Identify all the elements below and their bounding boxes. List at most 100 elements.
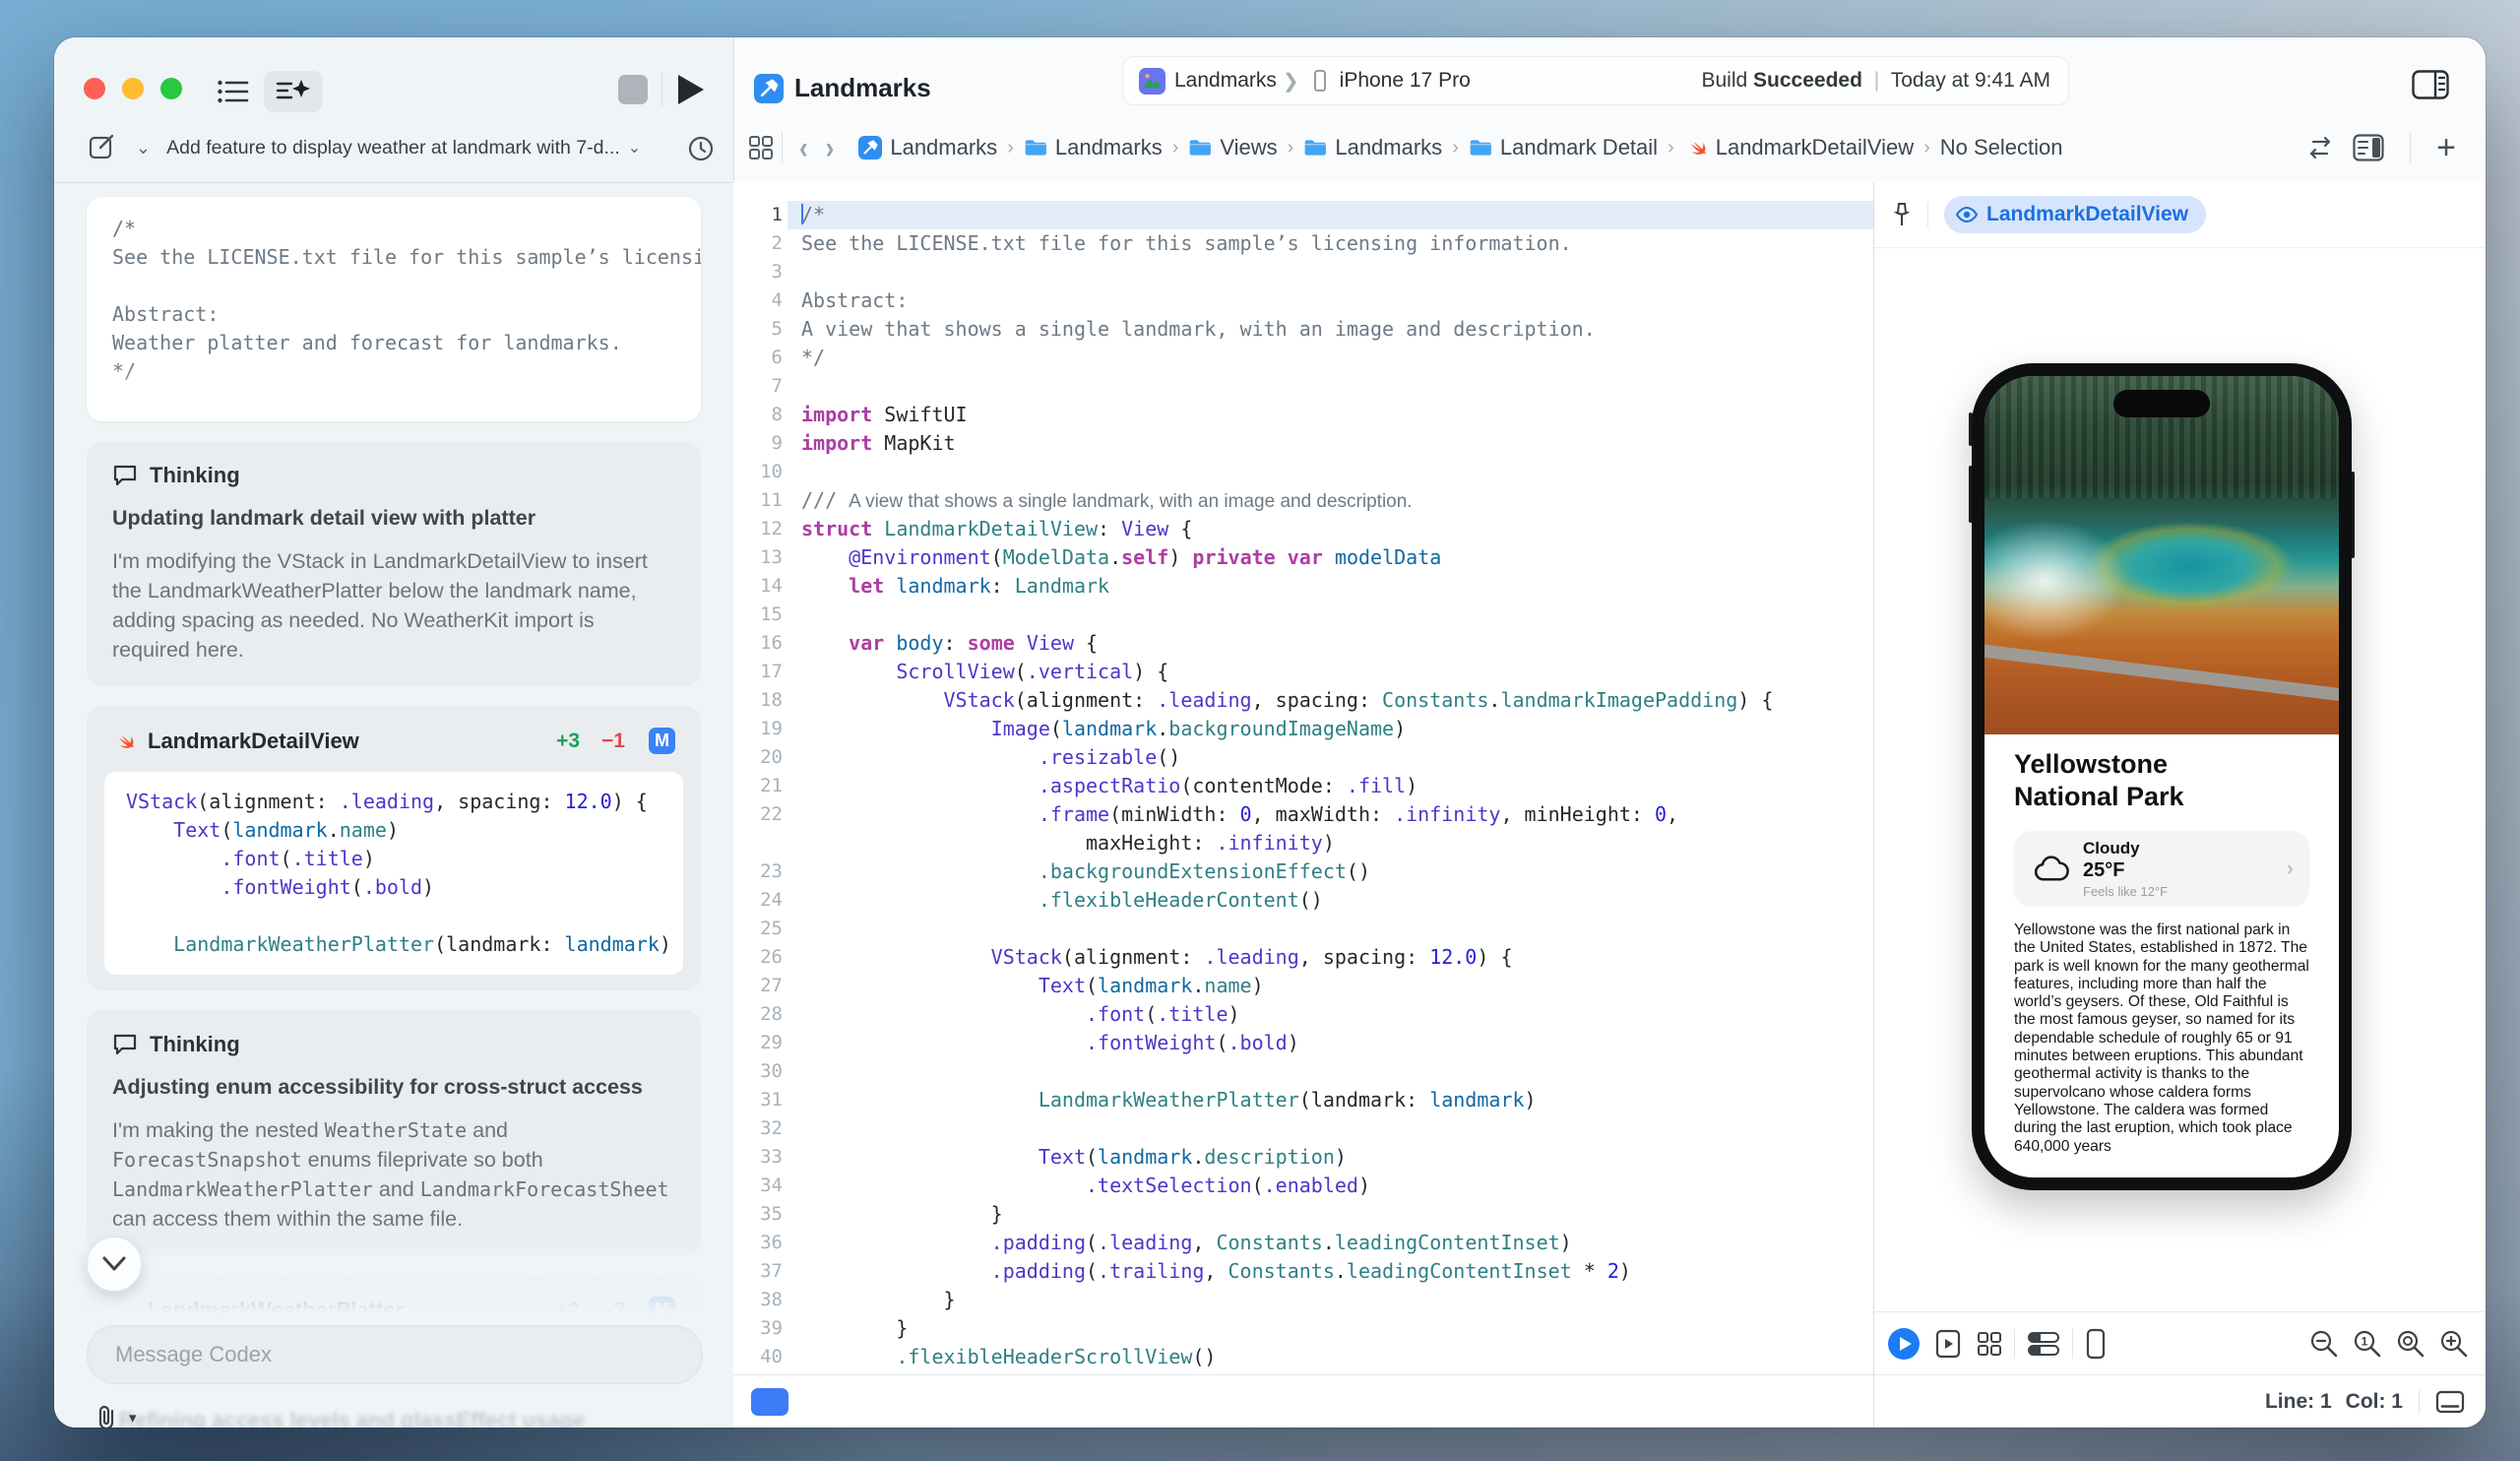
code-line: A view that shows a single landmark, wit… (801, 317, 1596, 341)
swift-icon (112, 1299, 136, 1322)
back-button[interactable]: ‹ (790, 129, 817, 165)
ai-assistant-toggle-button[interactable] (264, 71, 323, 112)
chevron-down-icon[interactable]: ⌄ (136, 138, 151, 159)
stop-button[interactable] (618, 75, 648, 104)
new-session-button[interactable] (89, 134, 116, 161)
variants-grid-icon[interactable] (1977, 1331, 2002, 1357)
breadcrumb-item[interactable]: Views (1188, 135, 1278, 160)
destination-selector[interactable]: iPhone 17 Pro (1305, 69, 1471, 93)
zoom-controls: 1 (2309, 1329, 2469, 1359)
code-line: ScrollView(.vertical) { (896, 660, 1169, 683)
preview-tab[interactable]: LandmarkDetailView (1944, 196, 2207, 233)
minimize-window-button[interactable] (122, 78, 144, 99)
color-scheme-variants-icon[interactable] (2027, 1330, 2060, 1358)
cursor-col-indicator: Col: 1 (2345, 1390, 2403, 1413)
live-preview-button[interactable] (1888, 1328, 1920, 1360)
preview-canvas[interactable]: Yellowstone National Park Cloudy 25°F Fe… (1874, 247, 2486, 1311)
code-line: Weather platter and forecast for landmar… (112, 331, 622, 354)
close-window-button[interactable] (84, 78, 105, 99)
line-number: 17 (760, 661, 783, 682)
run-button[interactable] (678, 75, 704, 104)
boardwalk (1984, 640, 2339, 710)
session-title[interactable]: Add feature to display weather at landma… (166, 137, 620, 159)
editor-status-bar: Line: 1 Col: 1 (1874, 1374, 2486, 1428)
weather-feels-like: Feels like 12°F (2083, 883, 2169, 899)
zoom-in-icon[interactable] (2439, 1329, 2469, 1359)
zoom-window-button[interactable] (160, 78, 182, 99)
line-number: 29 (760, 1032, 783, 1053)
line-number: 33 (760, 1146, 783, 1168)
line-number: 34 (760, 1175, 783, 1196)
code-line: .textSelection(.enabled) (1085, 1174, 1370, 1197)
code-line: .padding(.leading, Constants.leadingCont… (990, 1231, 1572, 1254)
pin-icon[interactable] (1890, 201, 1914, 228)
minimap-toggle-icon[interactable] (2435, 1390, 2465, 1414)
activity-viewer: Landmarks ❯ iPhone 17 Pro Build Succeede… (1122, 56, 2069, 105)
speech-bubble-icon (112, 1033, 138, 1056)
code-line: /// A view that shows a single landmark,… (801, 488, 1413, 512)
zoom-actual-size-icon[interactable]: 1 (2353, 1329, 2382, 1359)
breadcrumb-item[interactable]: Landmarks (1024, 135, 1163, 160)
line-number: 15 (760, 603, 783, 625)
related-items-icon[interactable] (748, 135, 774, 160)
speech-bubble-icon (112, 464, 138, 487)
file-diff-card[interactable]: LandmarkDetailView +3 −1 M VStack(alignment:… (87, 706, 701, 990)
line-number: 22 (760, 803, 783, 825)
breadcrumb-item[interactable]: Landmarks (858, 135, 997, 160)
line-number: 37 (760, 1260, 783, 1282)
breadcrumb-label: Landmarks (890, 135, 998, 159)
sidebar-list-icon[interactable] (212, 71, 255, 112)
ai-conversation-thread: /* See the LICENSE.txt file for this samp… (54, 182, 733, 1428)
line-number-gutter: 1 2 3 4 5 6 7 8 9 10 11 12 13 14 15 16 17 18 19 20 21 22 23 24… (733, 182, 783, 1371)
breadcrumb-item[interactable]: Landmark Detail (1469, 135, 1658, 160)
paperclip-icon (94, 1404, 119, 1428)
line-number: 40 (760, 1346, 783, 1367)
code-review-icon[interactable] (2305, 133, 2335, 162)
preview-toolbar: 1 (1874, 1311, 2486, 1375)
focus-marker[interactable] (751, 1388, 788, 1416)
iphone-screen: Yellowstone National Park Cloudy 25°F Fe… (1984, 376, 2339, 1177)
landmark-detail-content: Yellowstone National Park Cloudy 25°F Fe… (1984, 734, 2339, 1156)
breadcrumb-chevron-icon: › (1007, 136, 1014, 159)
forward-button[interactable]: › (817, 129, 844, 165)
scroll-to-bottom-button[interactable] (87, 1237, 142, 1292)
ghost-status-text: Refining access levels and glassEffect u… (119, 1408, 586, 1428)
breadcrumb: Landmarks › Landmarks › Views › Landmarks › Land… (858, 135, 2063, 160)
code-line: var body: some View { (849, 631, 1099, 655)
history-clock-icon[interactable] (688, 136, 714, 161)
weather-platter[interactable]: Cloudy 25°F Feels like 12°F › (2014, 831, 2309, 906)
attachment-controls[interactable]: ▾ (94, 1404, 137, 1428)
line-number: 5 (771, 318, 783, 340)
build-status-time: Today at 9:41 AM (1890, 69, 2050, 92)
build-status[interactable]: Build Succeeded | Today at 9:41 AM (1702, 69, 2069, 93)
window-title: Landmarks (754, 73, 931, 103)
line-number: 16 (760, 632, 783, 654)
thinking-card[interactable]: Thinking Updating landmark detail view wi… (87, 441, 701, 686)
message-input[interactable]: Message Codex (87, 1325, 703, 1384)
code-line: .fontWeight(.bold) (1085, 1031, 1299, 1054)
breadcrumb-item[interactable]: LandmarkDetailView (1684, 135, 1914, 160)
line-number: 13 (760, 546, 783, 568)
device-settings-icon[interactable] (2085, 1328, 2107, 1360)
editor-bottom-bar (733, 1374, 1873, 1428)
preview-toolbar-separator (2072, 1329, 2073, 1359)
jump-bar-separator (2410, 133, 2412, 162)
thinking-body: I'm making the nested WeatherState and F… (112, 1118, 669, 1231)
thinking-card[interactable]: Thinking Adjusting enum accessibility for… (87, 1010, 701, 1255)
diff-additions: +3 (556, 729, 581, 752)
add-editor-button[interactable]: + (2436, 129, 2456, 167)
code-line: .flexibleHeaderContent() (1038, 888, 1323, 912)
code-line: } (990, 1202, 1003, 1226)
selectable-preview-icon[interactable] (1935, 1329, 1961, 1359)
inspector-toggle-button[interactable] (2407, 65, 2454, 104)
modified-badge: M (649, 1297, 675, 1323)
breadcrumb-item[interactable]: Landmarks (1303, 135, 1442, 160)
zoom-out-icon[interactable] (2309, 1329, 2339, 1359)
editor-options-icon[interactable] (2353, 134, 2384, 161)
zoom-to-fit-icon[interactable] (2396, 1329, 2426, 1359)
cursor-line-indicator: Line: 1 (2264, 1390, 2332, 1413)
breadcrumb-item[interactable]: No Selection (1940, 135, 2063, 160)
scheme-selector[interactable]: Landmarks (1123, 67, 1277, 95)
